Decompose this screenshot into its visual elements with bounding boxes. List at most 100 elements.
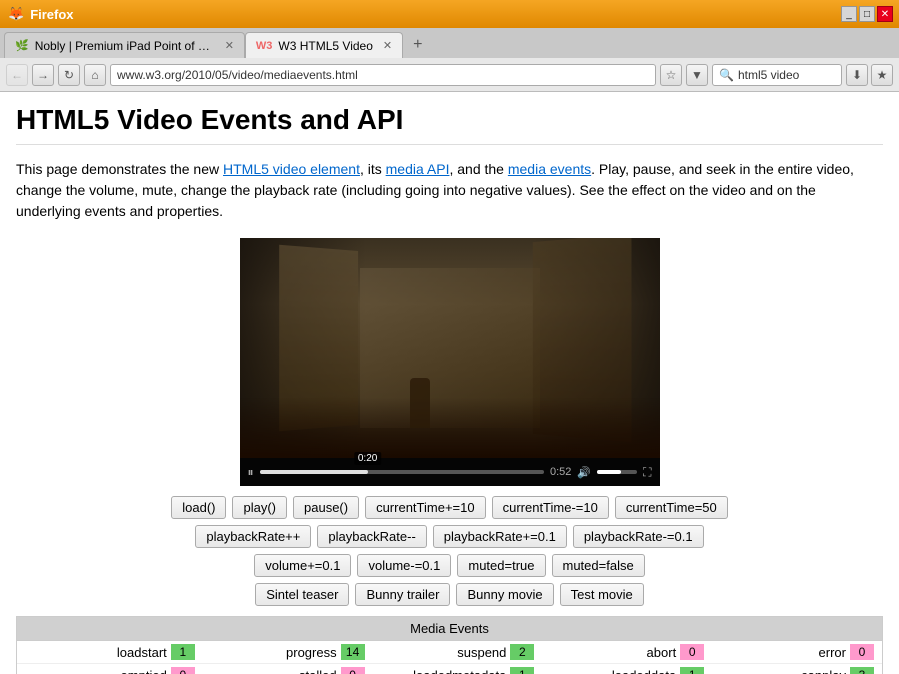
refresh-button[interactable]: ↻ [58,64,80,86]
video-controls[interactable]: ⏸ 0:20 0:52 🔊 ⛶ [240,458,660,486]
media-events-header: Media Events [17,617,882,641]
button-row-3: volume+=0.1 volume-=0.1 muted=true muted… [254,554,644,577]
back-button[interactable]: ← [6,64,28,86]
btn-currenttime-50[interactable]: currentTime=50 [615,496,728,519]
event-abort-label: abort [647,645,677,660]
tab-w3[interactable]: W3 W3 HTML5 Video ✕ [245,32,403,58]
events-row-1: loadstart 1 progress 14 suspend 2 abort … [17,641,882,664]
event-emptied-count: 0 [171,667,195,674]
new-tab-button[interactable]: + [403,32,432,58]
progress-fill [260,470,368,474]
event-emptied-label: emptied [121,668,167,674]
event-loadeddata: loadeddata 1 [534,667,704,674]
btn-test-movie[interactable]: Test movie [560,583,644,606]
event-stalled-label: stalled [299,668,337,674]
btn-volume-p01[interactable]: volume+=0.1 [254,554,351,577]
event-suspend-label: suspend [457,645,506,660]
event-loadedmetadata-label: loadedmetadata [413,668,506,674]
event-canplay-count: 3 [850,667,874,674]
bookmark-star[interactable]: ☆ [660,64,682,86]
event-progress-label: progress [286,645,337,660]
url-bar[interactable]: www.w3.org/2010/05/video/mediaevents.htm… [110,64,656,86]
media-events-table: Media Events loadstart 1 progress 14 sus… [16,616,883,674]
fullscreen-button[interactable]: ⛶ [643,465,651,480]
link-media-api[interactable]: media API [386,161,450,177]
event-loadstart-count: 1 [171,644,195,660]
tab-w3-close[interactable]: ✕ [383,39,392,52]
close-button[interactable]: ✕ [877,6,893,22]
time-display: 0:52 [550,466,571,478]
btn-load[interactable]: load() [171,496,226,519]
volume-icon[interactable]: 🔊 [577,466,591,479]
event-loadedmetadata: loadedmetadata 1 [365,667,535,674]
tab-w3-favicon: W3 [256,40,273,52]
btn-muted-false[interactable]: muted=false [552,554,645,577]
time-bubble: 0:20 [354,452,381,465]
btn-playbackrate-pp[interactable]: playbackRate++ [195,525,311,548]
nav-bar: ← → ↻ ⌂ www.w3.org/2010/05/video/mediaev… [0,58,899,92]
url-text: www.w3.org/2010/05/video/mediaevents.htm… [117,68,358,82]
addon-button[interactable]: ★ [871,64,893,86]
event-progress: progress 14 [195,644,365,660]
btn-playbackrate-p01[interactable]: playbackRate+=0.1 [433,525,567,548]
event-suspend-count: 2 [510,644,534,660]
tab-w3-label: W3 HTML5 Video [278,39,372,53]
event-stalled: stalled 0 [195,667,365,674]
btn-muted-true[interactable]: muted=true [457,554,545,577]
downloads-button[interactable]: ⬇ [846,64,868,86]
video-container: ⏸ 0:20 0:52 🔊 ⛶ [16,238,883,486]
btn-volume-m01[interactable]: volume-=0.1 [357,554,451,577]
btn-play[interactable]: play() [232,496,287,519]
event-loadstart: loadstart 1 [25,644,195,660]
page-content: HTML5 Video Events and API This page dem… [0,92,899,674]
event-loadeddata-label: loadeddata [612,668,676,674]
events-row-2: emptied 0 stalled 0 loadedmetadata 1 loa… [17,664,882,674]
nav-extra-icons: ⬇ ★ [846,64,893,86]
tab-bar: 🌿 Nobly | Premium iPad Point of Sale ✕ W… [0,28,899,58]
event-loadedmetadata-count: 1 [510,667,534,674]
btn-currenttime-plus10[interactable]: currentTime+=10 [365,496,486,519]
link-html5-video[interactable]: HTML5 video element [223,161,360,177]
btn-playbackrate-mm[interactable]: playbackRate-- [317,525,426,548]
btn-bunny-movie[interactable]: Bunny movie [456,583,553,606]
api-buttons-section: load() play() pause() currentTime+=10 cu… [16,496,883,606]
page-intro: This page demonstrates the new HTML5 vid… [16,159,883,222]
minimize-button[interactable]: _ [841,6,857,22]
link-media-events[interactable]: media events [508,161,591,177]
event-error: error 0 [704,644,874,660]
firefox-icon: 🦊 [8,6,24,22]
btn-currenttime-minus10[interactable]: currentTime-=10 [492,496,609,519]
video-screen[interactable] [240,238,660,458]
video-player[interactable]: ⏸ 0:20 0:52 🔊 ⛶ [240,238,660,486]
event-error-count: 0 [850,644,874,660]
event-loadstart-label: loadstart [117,645,167,660]
forward-button[interactable]: → [32,64,54,86]
tab-nobly-label: Nobly | Premium iPad Point of Sale [35,39,215,53]
search-bar[interactable]: 🔍 html5 video [712,64,842,86]
tab-nobly-favicon: 🌿 [15,39,29,52]
btn-pause[interactable]: pause() [293,496,359,519]
page-title: HTML5 Video Events and API [16,104,883,145]
tab-nobly[interactable]: 🌿 Nobly | Premium iPad Point of Sale ✕ [4,32,245,58]
video-scene [240,238,660,458]
volume-fill [597,470,621,474]
home-button[interactable]: ⌂ [84,64,106,86]
btn-bunny-trailer[interactable]: Bunny trailer [355,583,450,606]
button-row-4: Sintel teaser Bunny trailer Bunny movie … [255,583,644,606]
event-loadeddata-count: 1 [680,667,704,674]
search-text: html5 video [738,68,799,82]
play-pause-button[interactable]: ⏸ [248,465,254,480]
btn-sintel-teaser[interactable]: Sintel teaser [255,583,349,606]
volume-bar[interactable] [597,470,637,474]
tab-nobly-close[interactable]: ✕ [225,39,234,52]
button-row-2: playbackRate++ playbackRate-- playbackRa… [195,525,703,548]
maximize-button[interactable]: □ [859,6,875,22]
event-abort: abort 0 [534,644,704,660]
event-error-label: error [819,645,846,660]
progress-bar[interactable]: 0:20 [260,470,544,474]
bookmark-star2[interactable]: ▼ [686,64,708,86]
btn-playbackrate-m01[interactable]: playbackRate-=0.1 [573,525,704,548]
event-progress-count: 14 [341,644,365,660]
event-suspend: suspend 2 [365,644,535,660]
button-row-1: load() play() pause() currentTime+=10 cu… [171,496,728,519]
